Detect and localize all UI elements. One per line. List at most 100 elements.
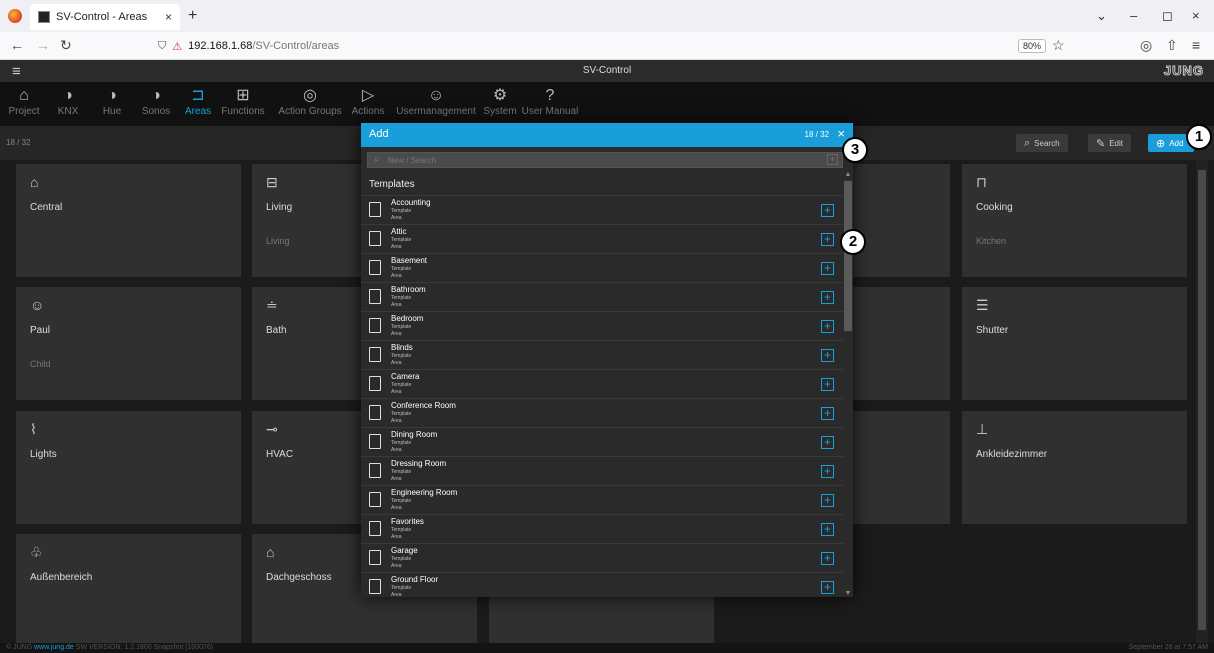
add-template-button[interactable]: +	[821, 378, 834, 391]
tab-usermanagement[interactable]: ☺ Usermanagement	[394, 86, 478, 124]
add-template-button[interactable]: +	[821, 436, 834, 449]
list-item[interactable]: Bathroom Template Area +	[361, 282, 843, 311]
document-icon	[369, 434, 381, 449]
search-button[interactable]: ⌕ Search	[1016, 134, 1068, 152]
tab-close-icon[interactable]: ×	[165, 10, 172, 24]
areas-icon: ⊐	[191, 87, 205, 104]
close-icon[interactable]: ×	[837, 126, 845, 141]
search-icon: ⌕	[1024, 136, 1031, 149]
insecure-lock-icon[interactable]: ⚠	[172, 40, 182, 53]
browser-menu-icon[interactable]: ≡	[1192, 37, 1200, 53]
add-template-button[interactable]: +	[821, 320, 834, 333]
document-icon	[369, 521, 381, 536]
shield-icon[interactable]: ⛉	[158, 40, 166, 53]
maximize-button[interactable]: ◻	[1162, 8, 1173, 24]
area-tile[interactable]: ☰ Shutter	[962, 287, 1187, 400]
browser-navbar: ← → ↻ ⛉ ⚠ 192.168.1.68/SV-Control/areas …	[0, 32, 1214, 60]
scroll-down-icon[interactable]: ▼	[843, 590, 853, 597]
back-button[interactable]: ←	[10, 37, 24, 53]
document-icon	[369, 579, 381, 594]
tab-hue[interactable]: ◑ Hue	[94, 86, 130, 124]
document-icon	[369, 492, 381, 507]
area-tile[interactable]: ⊥ Ankleidezimmer	[962, 411, 1187, 524]
add-template-button[interactable]: +	[821, 291, 834, 304]
add-template-button[interactable]: +	[821, 349, 834, 362]
scrollbar-thumb[interactable]	[1198, 170, 1206, 630]
bath-icon: ≐	[266, 297, 278, 313]
jung-link[interactable]: www.jung.de	[34, 644, 74, 651]
dialog-count: 18 / 32	[804, 130, 829, 139]
add-template-button[interactable]: +	[821, 465, 834, 478]
minimize-button[interactable]: –	[1130, 8, 1137, 23]
tab-areas[interactable]: ⊐ Areas	[180, 86, 216, 124]
zoom-level[interactable]: 80%	[1018, 39, 1047, 53]
add-dialog: Add 18 / 32 × ⌕ New / Search + Templates…	[361, 123, 853, 597]
sonos-icon: ◑	[151, 87, 161, 104]
list-item[interactable]: Favorites Template Area +	[361, 514, 843, 543]
page-scrollbar[interactable]	[1196, 160, 1208, 643]
app-title: SV-Control	[582, 65, 632, 76]
tab-user-manual[interactable]: ? User Manual	[520, 86, 580, 124]
tab-functions[interactable]: ⊞ Functions	[218, 86, 268, 124]
new-search-input[interactable]: ⌕ New / Search +	[367, 152, 843, 168]
dialog-scrollbar-thumb[interactable]	[844, 181, 852, 331]
thermometer-icon: ⊸	[266, 421, 278, 437]
tab-system[interactable]: ⚙ System	[478, 86, 522, 124]
dialog-title: Add	[369, 128, 389, 140]
area-tile[interactable]: ☺ Paul Child	[16, 287, 241, 400]
list-item[interactable]: Camera Template Area +	[361, 369, 843, 398]
area-tile[interactable]: ⌇ Lights	[16, 411, 241, 524]
tab-knx[interactable]: ◑ KNX	[50, 86, 86, 124]
pocket-icon[interactable]: ◎	[1140, 37, 1152, 54]
tab-actions[interactable]: ▷ Actions	[346, 86, 390, 124]
url-bar[interactable]: ⛉ ⚠ 192.168.1.68/SV-Control/areas	[158, 37, 1018, 55]
list-item[interactable]: Accounting Template Area +	[361, 195, 843, 224]
add-template-button[interactable]: +	[821, 552, 834, 565]
forward-button[interactable]: →	[36, 37, 50, 53]
child-icon: ☺	[30, 297, 45, 313]
add-template-button[interactable]: +	[821, 494, 834, 507]
tab-project[interactable]: ⌂ Project	[4, 86, 44, 124]
add-template-button[interactable]: +	[821, 581, 834, 594]
list-item[interactable]: Garage Template Area +	[361, 543, 843, 572]
add-template-button[interactable]: +	[821, 407, 834, 420]
home-icon: ⌂	[30, 174, 39, 190]
area-tile[interactable]: ⌂ Central	[16, 164, 241, 277]
close-window-button[interactable]: ×	[1192, 8, 1200, 23]
gear-icon: ⚙	[492, 87, 508, 104]
area-tile[interactable]: ♧ Außenbereich	[16, 534, 241, 647]
list-item[interactable]: Dining Room Template Area +	[361, 427, 843, 456]
main-toolbar: ⌂ Project ◑ KNX ◑ Hue ◑ Sonos ⊐ Areas ⊞ Functi…	[0, 82, 1214, 126]
knx-icon: ◑	[63, 87, 73, 104]
reload-button[interactable]: ↻	[60, 37, 72, 54]
area-tile[interactable]: ⊓ Cooking Kitchen	[962, 164, 1187, 277]
firefox-icon[interactable]	[8, 9, 22, 23]
lights-icon: ⌇	[30, 421, 37, 437]
search-placeholder: New / Search	[388, 156, 437, 165]
list-item[interactable]: Attic Template Area +	[361, 224, 843, 253]
tab-action-groups[interactable]: ◎ Action Groups	[276, 86, 344, 124]
browser-tab[interactable]: SV-Control - Areas ×	[30, 4, 180, 30]
callout-1: 1	[1186, 124, 1212, 150]
add-template-button[interactable]: +	[821, 233, 834, 246]
share-icon[interactable]: ⇧	[1166, 37, 1178, 54]
add-template-button[interactable]: +	[821, 262, 834, 275]
add-template-button[interactable]: +	[821, 523, 834, 536]
list-item[interactable]: Dressing Room Template Area +	[361, 456, 843, 485]
list-item[interactable]: Bedroom Template Area +	[361, 311, 843, 340]
tab-sonos[interactable]: ◑ Sonos	[136, 86, 176, 124]
shutter-icon: ☰	[976, 297, 989, 313]
help-icon: ?	[545, 87, 555, 104]
new-tab-button[interactable]: +	[188, 7, 197, 25]
list-item[interactable]: Conference Room Template Area +	[361, 398, 843, 427]
add-template-button[interactable]: +	[821, 204, 834, 217]
list-item[interactable]: Blinds Template Area +	[361, 340, 843, 369]
edit-button[interactable]: ✎ Edit	[1088, 134, 1132, 152]
list-item[interactable]: Ground Floor Template Area +	[361, 572, 843, 597]
list-all-tabs-icon[interactable]: ⌄	[1096, 8, 1107, 24]
list-item[interactable]: Basement Template Area +	[361, 253, 843, 282]
bookmark-star-icon[interactable]: ☆	[1052, 37, 1065, 54]
list-item[interactable]: Engineering Room Template Area +	[361, 485, 843, 514]
search-add-icon[interactable]: +	[827, 154, 838, 165]
scroll-up-icon[interactable]: ▲	[843, 171, 853, 178]
